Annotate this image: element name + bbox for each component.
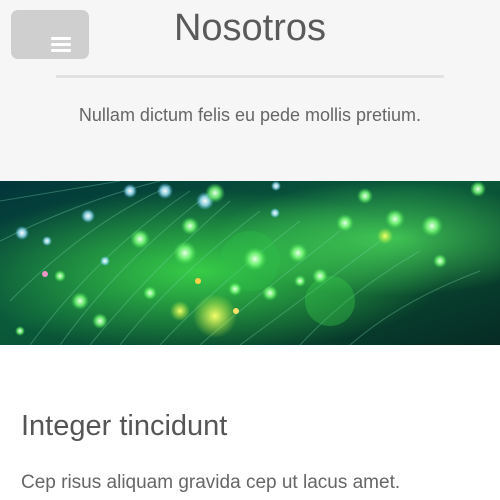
section-heading: Integer tincidunt	[21, 410, 228, 442]
hero-image	[0, 181, 500, 345]
page-title: Nosotros	[173, 7, 327, 49]
section-text: Cep risus aliquam gravida cep ut lacus a…	[21, 472, 401, 493]
page: Nosotros Nullam dictum felis eu pede mol…	[0, 0, 500, 500]
header-section: Nosotros Nullam dictum felis eu pede mol…	[0, 0, 500, 181]
divider	[56, 75, 444, 78]
subtitle: Nullam dictum felis eu pede mollis preti…	[78, 105, 422, 125]
